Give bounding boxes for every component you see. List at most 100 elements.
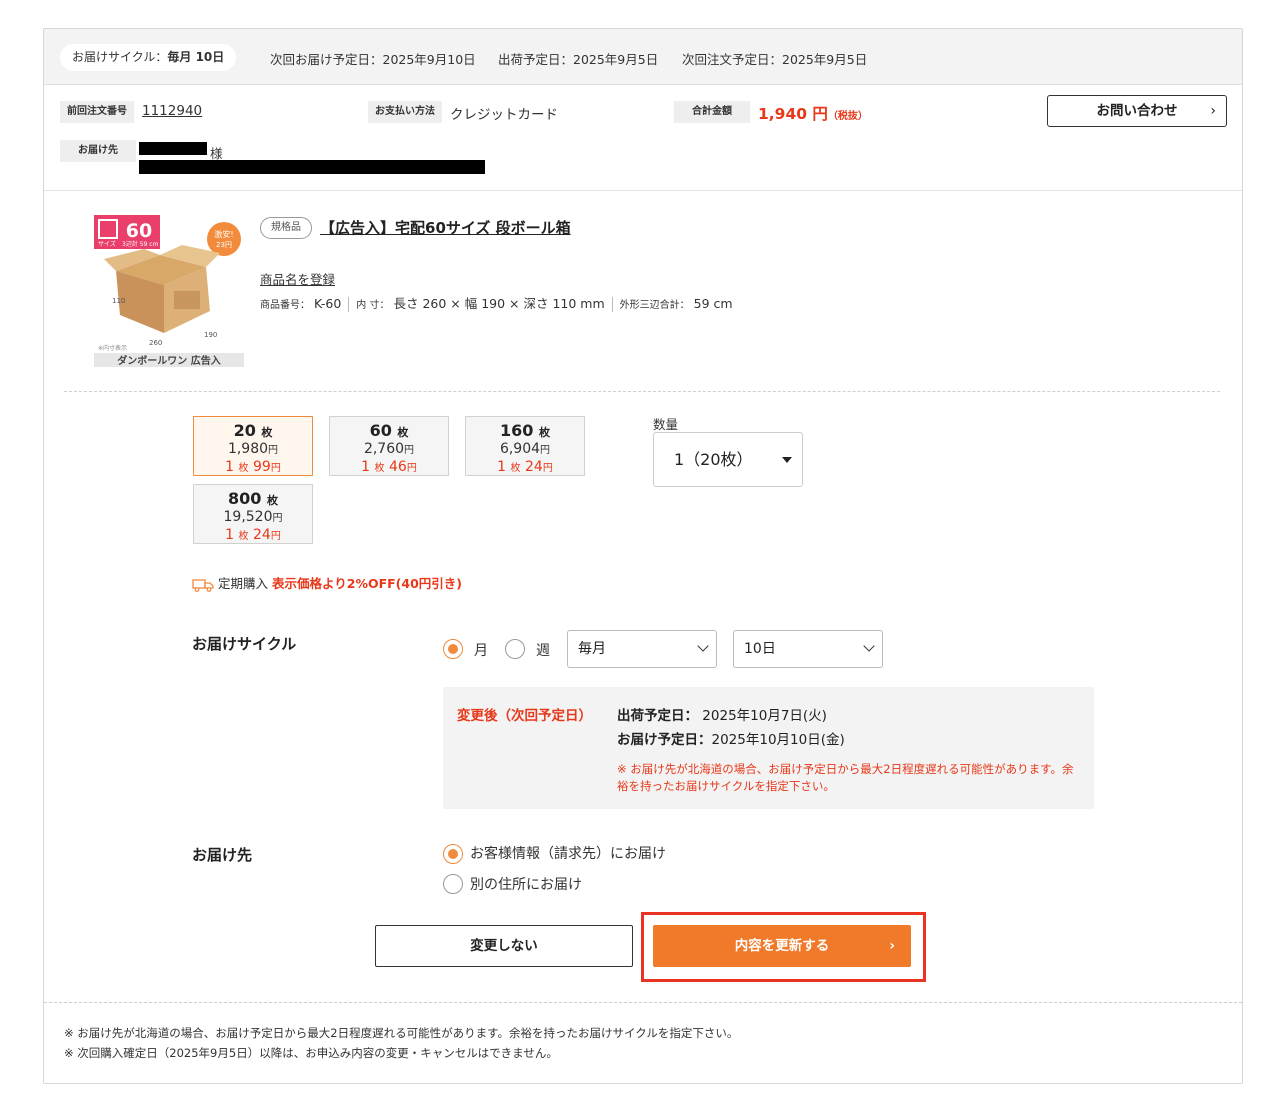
size-badge-sub: サイズ	[98, 240, 116, 248]
sticker-price: 23円	[216, 241, 232, 249]
tile-price-unit: 円	[540, 445, 551, 456]
standard-tag: 規格品	[260, 217, 312, 239]
subscription-summary-bar: お届けサイクル：毎月 10日 次回お届け予定日：2025年9月10日 出荷予定日…	[44, 29, 1242, 85]
frequency-value: 毎月	[578, 641, 606, 657]
outer-value: 59 cm	[693, 296, 733, 311]
subscription-label: 定期購入	[218, 576, 269, 591]
destination-label: お届け先	[192, 846, 253, 864]
redacted-address	[139, 160, 485, 174]
destination-other-radio[interactable]	[443, 874, 463, 894]
chevron-right-icon: ›	[889, 938, 895, 954]
price-tile-160[interactable]: 160 枚 6,904円 1 枚 24円	[465, 416, 585, 476]
truck-icon	[192, 578, 214, 592]
chevron-right-icon: ›	[1210, 103, 1216, 119]
tile-qty: 160	[500, 421, 534, 440]
register-name-link[interactable]: 商品名を登録	[260, 269, 335, 288]
tile-per-unit: 枚	[238, 531, 249, 542]
quantity-select[interactable]: 1（20枚）	[653, 432, 803, 487]
destination-other-label[interactable]: 別の住所にお届け	[470, 874, 582, 894]
subscription-discount-text: 表示価格より2%OFF(40円引き)	[272, 576, 462, 591]
cycle-value: 毎月 10日	[167, 50, 225, 64]
subscription-discount: 定期購入 表示価格より2%OFF(40円引き)	[192, 573, 462, 592]
tile-per-yen: 円	[406, 463, 417, 474]
cardboard-box-image: 60 サイズ 3辺計 59 cm 激安! 23円 110 260 190 ※内寸…	[94, 215, 244, 367]
prev-order-link[interactable]: 1112940	[142, 103, 202, 119]
tile-per-yen: 円	[542, 463, 553, 474]
size-badge-note: 3辺計 59 cm	[122, 240, 159, 248]
dim-height: 110	[112, 297, 125, 305]
prev-order-label: 前回注文番号	[60, 101, 134, 123]
footnote-cancel: ※ 次回購入確定日（2025年9月5日）以降は、お申込み内容の変更・キャンセルは…	[64, 1046, 558, 1060]
code-label: 商品番号：	[260, 300, 310, 311]
dim-width: 190	[204, 331, 217, 339]
cycle-week-label[interactable]: 週	[536, 640, 550, 660]
total-tax: （税抜）	[827, 111, 868, 122]
after-delivery-date: お届け予定日：2025年10月10日(金)	[617, 728, 845, 748]
day-value: 10日	[744, 641, 776, 657]
total-label: 合計金額	[674, 101, 750, 123]
price-tile-800[interactable]: 800 枚 19,520円 1 枚 24円	[193, 484, 313, 544]
frequency-select[interactable]: 毎月	[567, 630, 717, 668]
price-tile-20[interactable]: 20 枚 1,980円 1 枚 99円	[193, 416, 313, 476]
code-value: K-60	[313, 296, 342, 311]
cycle-week-radio[interactable]	[505, 639, 525, 659]
product-image: 60 サイズ 3辺計 59 cm 激安! 23円 110 260 190 ※内寸…	[94, 215, 246, 367]
tile-qty: 800	[228, 489, 262, 508]
redacted-name	[139, 142, 207, 155]
cycle-month-radio[interactable]	[443, 639, 463, 659]
payment-value: クレジットカード	[450, 107, 558, 123]
inner-label: 内 寸：	[356, 300, 390, 311]
tile-qty: 20	[233, 421, 256, 440]
update-label: 内容を更新する	[734, 938, 830, 954]
tile-qty-unit: 枚	[261, 426, 273, 439]
cycle-pill: お届けサイクル：毎月 10日	[60, 44, 237, 71]
tile-per-prefix: 1	[361, 459, 371, 475]
payment-label: お支払い方法	[368, 101, 442, 123]
tile-qty-unit: 枚	[538, 426, 550, 439]
tile-price: 19,520	[223, 509, 273, 525]
destination-customer-label[interactable]: お客様情報（請求先）にお届け	[470, 843, 666, 863]
update-button[interactable]: 内容を更新する ›	[653, 925, 911, 967]
price-tile-60[interactable]: 60 枚 2,760円 1 枚 46円	[329, 416, 449, 476]
tile-per-price: 46	[389, 459, 407, 475]
tile-per-unit: 枚	[238, 463, 249, 474]
no-change-button[interactable]: 変更しない	[375, 925, 633, 967]
caret-down-icon	[782, 457, 792, 463]
tile-qty: 60	[369, 421, 392, 440]
inquiry-button[interactable]: お問い合わせ ›	[1047, 95, 1227, 127]
tile-price-unit: 円	[272, 513, 283, 524]
tile-price-unit: 円	[404, 445, 415, 456]
tile-per-prefix: 1	[225, 459, 235, 475]
sticker-text: 激安!	[214, 229, 233, 239]
chevron-down-icon	[697, 640, 709, 652]
day-select[interactable]: 10日	[733, 630, 883, 668]
dim-length: 260	[149, 339, 162, 347]
outer-label: 外形三辺合計：	[619, 300, 690, 311]
hokkaido-note: ※ お届け先が北海道の場合、お届け予定日から最大2日程度遅れる可能性があります。…	[617, 762, 1074, 793]
footnote-hokkaido: ※ お届け先が北海道の場合、お届け予定日から最大2日程度遅れる可能性があります。…	[64, 1026, 739, 1040]
after-ship-date: 出荷予定日： 2025年10月7日(火)	[617, 704, 827, 724]
quantity-label: 数量	[653, 417, 679, 432]
next-delivery-date: 次回お届け予定日：2025年9月10日	[270, 52, 476, 67]
ship-to-label: お届け先	[60, 140, 136, 162]
destination-customer-radio[interactable]	[443, 844, 463, 864]
cycle-month-label[interactable]: 月	[474, 640, 488, 660]
product-title-link[interactable]: 【広告入】宅配60サイズ 段ボール箱	[320, 217, 571, 238]
tile-price-unit: 円	[268, 445, 279, 456]
after-ship-value: 2025年10月7日(火)	[702, 708, 827, 724]
inner-value: 長さ 260 × 幅 190 × 深さ 110 mm	[393, 296, 605, 311]
after-change-panel: 変更後（次回予定日） 出荷予定日： 2025年10月7日(火) お届け予定日：2…	[443, 687, 1094, 809]
tile-per-yen: 円	[270, 531, 281, 542]
total-value: 1,940 円	[758, 105, 828, 123]
spec-separator	[611, 297, 613, 312]
after-delivery-value: 2025年10月10日(金)	[711, 732, 845, 748]
chevron-down-icon	[863, 640, 875, 652]
after-delivery-label: お届け予定日：	[617, 732, 712, 748]
tile-qty-unit: 枚	[397, 426, 409, 439]
tile-per-price: 99	[253, 459, 271, 475]
ship-date: 出荷予定日：2025年9月5日	[498, 52, 659, 67]
image-caption: ダンボールワン 広告入	[117, 354, 220, 367]
dashed-divider	[44, 1002, 1242, 1003]
size-badge: 60	[126, 220, 152, 242]
tile-per-price: 24	[525, 459, 543, 475]
